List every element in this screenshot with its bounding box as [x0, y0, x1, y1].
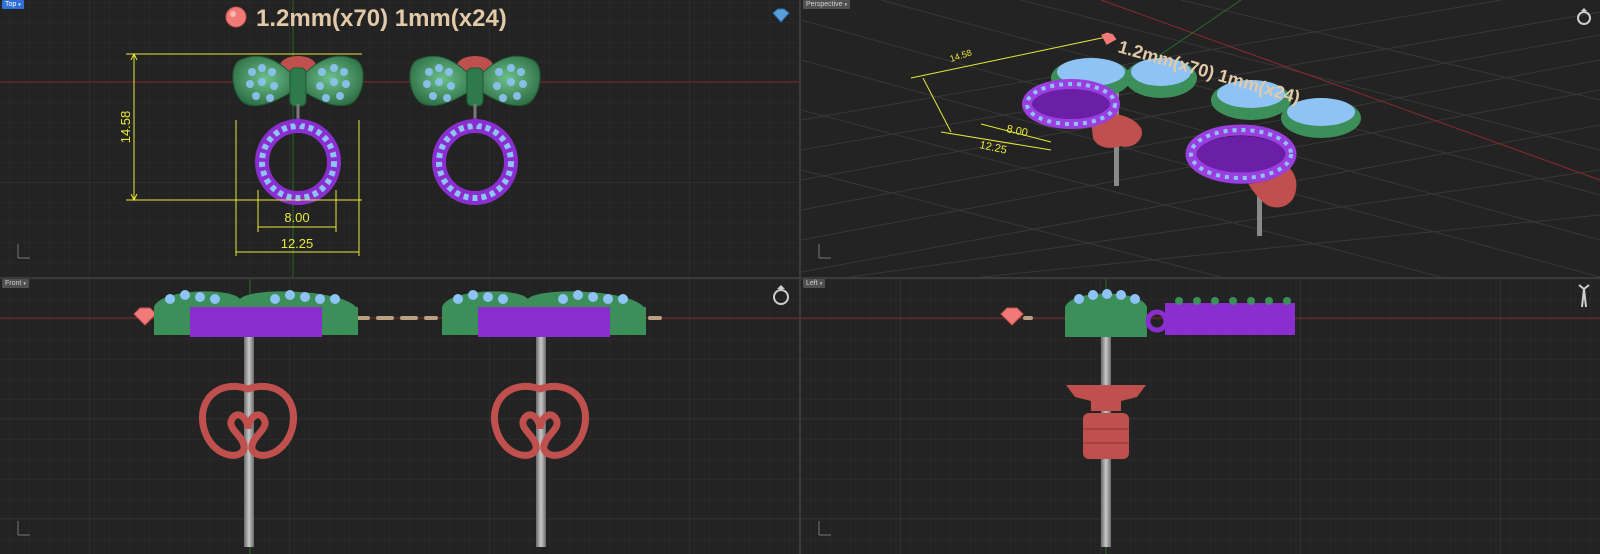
viewport-tab-left[interactable]: Left ▾: [803, 279, 826, 288]
dimension-inner-label: 8.00: [1005, 123, 1028, 139]
viewport-perspective[interactable]: Perspective ▾ 14.58 8.00 12.25 1.2mm(x70…: [801, 0, 1600, 277]
dropdown-arrow-icon: ▾: [18, 2, 21, 8]
dimension-outer-label: 12.25: [281, 236, 314, 251]
viewport-label: Front: [5, 280, 22, 287]
viewport-top[interactable]: Top ▾ 14.58 8.00 12.25 1.2mm(x70) 1mm(x2…: [0, 0, 799, 277]
ring-icon[interactable]: [770, 283, 792, 307]
tweezers-icon[interactable]: [1575, 283, 1593, 309]
earring-perspective-2: [1185, 80, 1361, 236]
top-view-canvas: 14.58 8.00 12.25 1.2mm(x70) 1mm(x24): [0, 0, 799, 277]
ring-icon[interactable]: [1575, 6, 1593, 26]
left-view-canvas: [801, 279, 1600, 554]
stone-annotation-text: 1.2mm(x70) 1mm(x24): [256, 5, 507, 32]
viewport-label: Top: [5, 1, 17, 8]
dropdown-arrow-icon: ▾: [844, 2, 848, 8]
dropdown-arrow-icon: ▾: [819, 281, 823, 287]
viewport-tab-front[interactable]: Front ▾: [2, 279, 29, 288]
viewport-tab-top[interactable]: Top ▾: [2, 0, 24, 9]
dimension-inner-label: 8.00: [284, 210, 309, 225]
gem-nav-icon[interactable]: [770, 8, 792, 24]
dimension-height-label: 14.58: [949, 47, 974, 63]
viewport-label: Perspective: [806, 1, 843, 8]
viewport-label: Left: [806, 280, 818, 287]
axis-icon: [818, 244, 831, 259]
viewport-tab-perspective[interactable]: Perspective ▾: [803, 0, 851, 9]
viewport-front[interactable]: Front ▾: [0, 279, 799, 554]
dimension-height-label: 14.58: [118, 111, 133, 144]
perspective-view-canvas: 14.58 8.00 12.25 1.2mm(x70) 1mm(x24): [801, 0, 1600, 277]
viewport-divider-horizontal[interactable]: [0, 277, 1600, 279]
dropdown-arrow-icon: ▾: [23, 281, 26, 287]
gem-icon: [225, 6, 247, 28]
viewport-left[interactable]: Left ▾: [801, 279, 1600, 554]
gem-icon: [1101, 32, 1117, 45]
front-view-canvas: [0, 279, 799, 554]
